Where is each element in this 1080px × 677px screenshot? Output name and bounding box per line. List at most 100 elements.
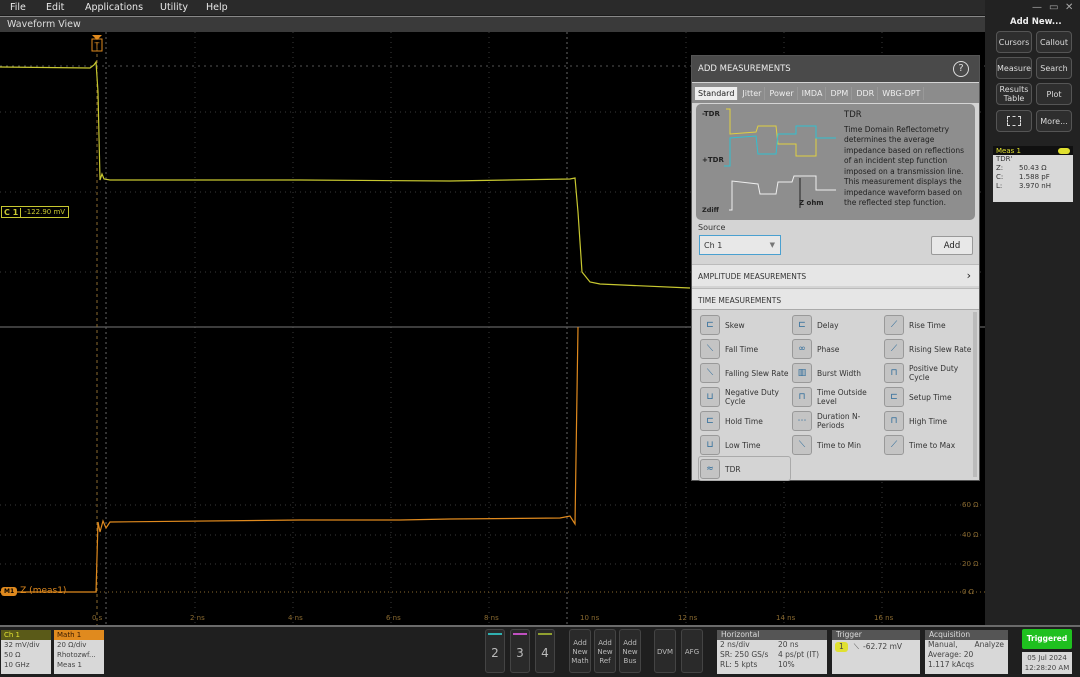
measurement-item-skew[interactable]: ⊏ Skew bbox=[700, 314, 792, 336]
tab-standard[interactable]: Standard bbox=[695, 87, 739, 100]
measurement-item-time-to-max[interactable]: ⟋ Time to Max bbox=[884, 434, 976, 456]
trigger-badge[interactable]: Trigger 1 ⟍ -62.72 mV bbox=[832, 630, 920, 674]
measurement-item-setup-time[interactable]: ⊏ Setup Time bbox=[884, 386, 976, 408]
measurement-item-tdr[interactable]: ≈ TDR bbox=[700, 458, 792, 480]
resolution: 4 ps/pt (IT) bbox=[778, 650, 820, 659]
ch1-termination: 50 Ω bbox=[4, 651, 21, 659]
time: 12:28:20 AM bbox=[1024, 664, 1070, 672]
x-tick: 4 ns bbox=[288, 614, 303, 622]
more-button[interactable]: More... bbox=[1036, 110, 1072, 132]
measurement-icon: ⊓ bbox=[884, 411, 904, 431]
acquisition-badge[interactable]: Acquisition Manual, Analyze Average: 20 1… bbox=[925, 630, 1008, 674]
measurement-item-negative-duty-cycle[interactable]: ⊔ Negative Duty Cycle bbox=[700, 386, 792, 408]
measurement-item-positive-duty-cycle[interactable]: ⊓ Positive Duty Cycle bbox=[884, 362, 976, 384]
measurement-item-high-time[interactable]: ⊓ High Time bbox=[884, 410, 976, 432]
tab-wbg-dpt[interactable]: WBG-DPT bbox=[879, 87, 925, 100]
diagram-label-pos: +TDR bbox=[702, 156, 724, 164]
panel-scrollbar[interactable] bbox=[973, 312, 977, 477]
minimize-icon[interactable]: — bbox=[1032, 2, 1042, 13]
horizontal-badge[interactable]: Horizontal 2 ns/div 20 ns SR: 250 GS/s 4 p… bbox=[717, 630, 827, 674]
measurement-icon: ∞ bbox=[792, 339, 812, 359]
tab-imda[interactable]: IMDA bbox=[799, 87, 827, 100]
results-table-button[interactable]: Results Table bbox=[996, 83, 1032, 105]
measurement-label: Negative Duty Cycle bbox=[725, 388, 779, 406]
measurement-item-time-outside-level[interactable]: ⊓ Time Outside Level bbox=[792, 386, 884, 408]
measurement-item-rise-time[interactable]: ⟋ Rise Time bbox=[884, 314, 976, 336]
measurement-label: Phase bbox=[817, 344, 840, 354]
x-tick: 12 ns bbox=[678, 614, 698, 622]
math1-source: Rhotozwf... bbox=[57, 651, 96, 659]
close-icon[interactable]: ✕ bbox=[1065, 2, 1073, 13]
measurement-item-delay[interactable]: ⊏ Delay bbox=[792, 314, 884, 336]
tdr-diagram: -TDR +TDR Zdiff Z ohm bbox=[702, 108, 836, 214]
dvm-button[interactable]: DVM bbox=[654, 629, 676, 673]
measure-button[interactable]: Measure bbox=[996, 57, 1032, 79]
measurement-label: Positive Duty Cycle bbox=[909, 364, 959, 382]
add-button[interactable]: Add bbox=[931, 236, 973, 255]
math-trace bbox=[0, 326, 579, 593]
callout-button[interactable]: Callout bbox=[1036, 31, 1072, 53]
time-measurements-section[interactable]: TIME MEASUREMENTS bbox=[692, 288, 979, 310]
ch3-button[interactable]: 3 bbox=[510, 629, 530, 673]
measurement-icon: ⟍ bbox=[700, 363, 720, 383]
chevron-right-icon: › bbox=[966, 269, 971, 282]
x-tick: 6 ns bbox=[386, 614, 401, 622]
measurement-icon: ⊓ bbox=[792, 387, 812, 407]
measurement-icon: ⊏ bbox=[792, 315, 812, 335]
chevron-down-icon: ▼ bbox=[769, 241, 775, 249]
tab-jitter[interactable]: Jitter bbox=[739, 87, 766, 100]
menu-edit[interactable]: Edit bbox=[46, 0, 64, 15]
measurement-icon: ⟋ bbox=[884, 339, 904, 359]
measurement-icon: ⊓ bbox=[884, 363, 904, 383]
measurement-item-fall-time[interactable]: ⟍ Fall Time bbox=[700, 338, 792, 360]
restore-icon[interactable]: ▭ bbox=[1049, 2, 1058, 13]
plot-button[interactable]: Plot bbox=[1036, 83, 1072, 105]
y-tick: 60 Ω bbox=[962, 501, 979, 509]
measurement-label: Skew bbox=[725, 320, 745, 330]
menu-help[interactable]: Help bbox=[206, 0, 228, 15]
tab-power[interactable]: Power bbox=[766, 87, 798, 100]
menu-applications[interactable]: Applications bbox=[85, 0, 143, 15]
ch1-offset-tag[interactable]: C 1 -122.90 mV bbox=[1, 206, 70, 218]
meas1-type: TDR' bbox=[996, 155, 1013, 163]
menu-file[interactable]: File bbox=[10, 0, 26, 15]
time-section-label: TIME MEASUREMENTS bbox=[698, 296, 782, 305]
meas-label: L: bbox=[996, 182, 1003, 190]
trigger-level: -62.72 mV bbox=[863, 642, 903, 651]
ch4-button[interactable]: 4 bbox=[535, 629, 555, 673]
ch3-label: 3 bbox=[516, 646, 524, 660]
trigger-marker-label: T bbox=[94, 42, 100, 51]
afg-button[interactable]: AFG bbox=[681, 629, 703, 673]
tab-dpm[interactable]: DPM bbox=[827, 87, 853, 100]
record-length: RL: 5 kpts bbox=[720, 660, 758, 669]
menu-utility[interactable]: Utility bbox=[160, 0, 188, 15]
measurement-item-time-to-min[interactable]: ⟍ Time to Min bbox=[792, 434, 884, 456]
measurement-item-rising-slew-rate[interactable]: ⟋ Rising Slew Rate bbox=[884, 338, 976, 360]
measurement-item-burst-width[interactable]: ▥ Burst Width bbox=[792, 362, 884, 384]
ch1-badge[interactable]: Ch 1 32 mV/div 50 Ω 10 GHz bbox=[1, 630, 51, 674]
right-control-panel: — ▭ ✕ Add New... Cursors Callout Measure… bbox=[985, 0, 1080, 625]
measurement-item-phase[interactable]: ∞ Phase bbox=[792, 338, 884, 360]
add-new-bus-button[interactable]: Add New Bus bbox=[619, 629, 641, 673]
zoom-box-button[interactable] bbox=[996, 110, 1032, 132]
cursors-button[interactable]: Cursors bbox=[996, 31, 1032, 53]
measurement-item-duration-n-periods[interactable]: ⋯ Duration N-Periods bbox=[792, 410, 884, 432]
source-dropdown[interactable]: Ch 1 ▼ bbox=[699, 235, 781, 255]
x-tick: 10 ns bbox=[580, 614, 600, 622]
add-new-math-button[interactable]: Add New Math bbox=[569, 629, 591, 673]
measurement-label: Fall Time bbox=[725, 344, 759, 354]
math1-tag[interactable]: M1 Z (meas1) bbox=[1, 586, 66, 596]
measurement-item-falling-slew-rate[interactable]: ⟍ Falling Slew Rate bbox=[700, 362, 792, 384]
help-icon[interactable]: ? bbox=[953, 61, 969, 77]
measurement-item-hold-time[interactable]: ⊏ Hold Time bbox=[700, 410, 792, 432]
tab-ddr[interactable]: DDR bbox=[853, 87, 879, 100]
math1-badge-panel[interactable]: Math 1 20 Ω/div Rhotozwf... Meas 1 bbox=[54, 630, 104, 674]
add-new-ref-button[interactable]: Add New Ref bbox=[594, 629, 616, 673]
meas1-badge[interactable]: Meas 1 TDR' Z: 50.43 Ω C: 1.588 pF L: 3.970… bbox=[993, 146, 1073, 202]
trigger-status[interactable]: Triggered bbox=[1022, 629, 1072, 649]
amplitude-measurements-section[interactable]: AMPLITUDE MEASUREMENTS › bbox=[692, 264, 979, 286]
search-button[interactable]: Search bbox=[1036, 57, 1072, 79]
measurement-icon: ▥ bbox=[792, 363, 812, 383]
measurement-item-low-time[interactable]: ⊔ Low Time bbox=[700, 434, 792, 456]
ch2-button[interactable]: 2 bbox=[485, 629, 505, 673]
